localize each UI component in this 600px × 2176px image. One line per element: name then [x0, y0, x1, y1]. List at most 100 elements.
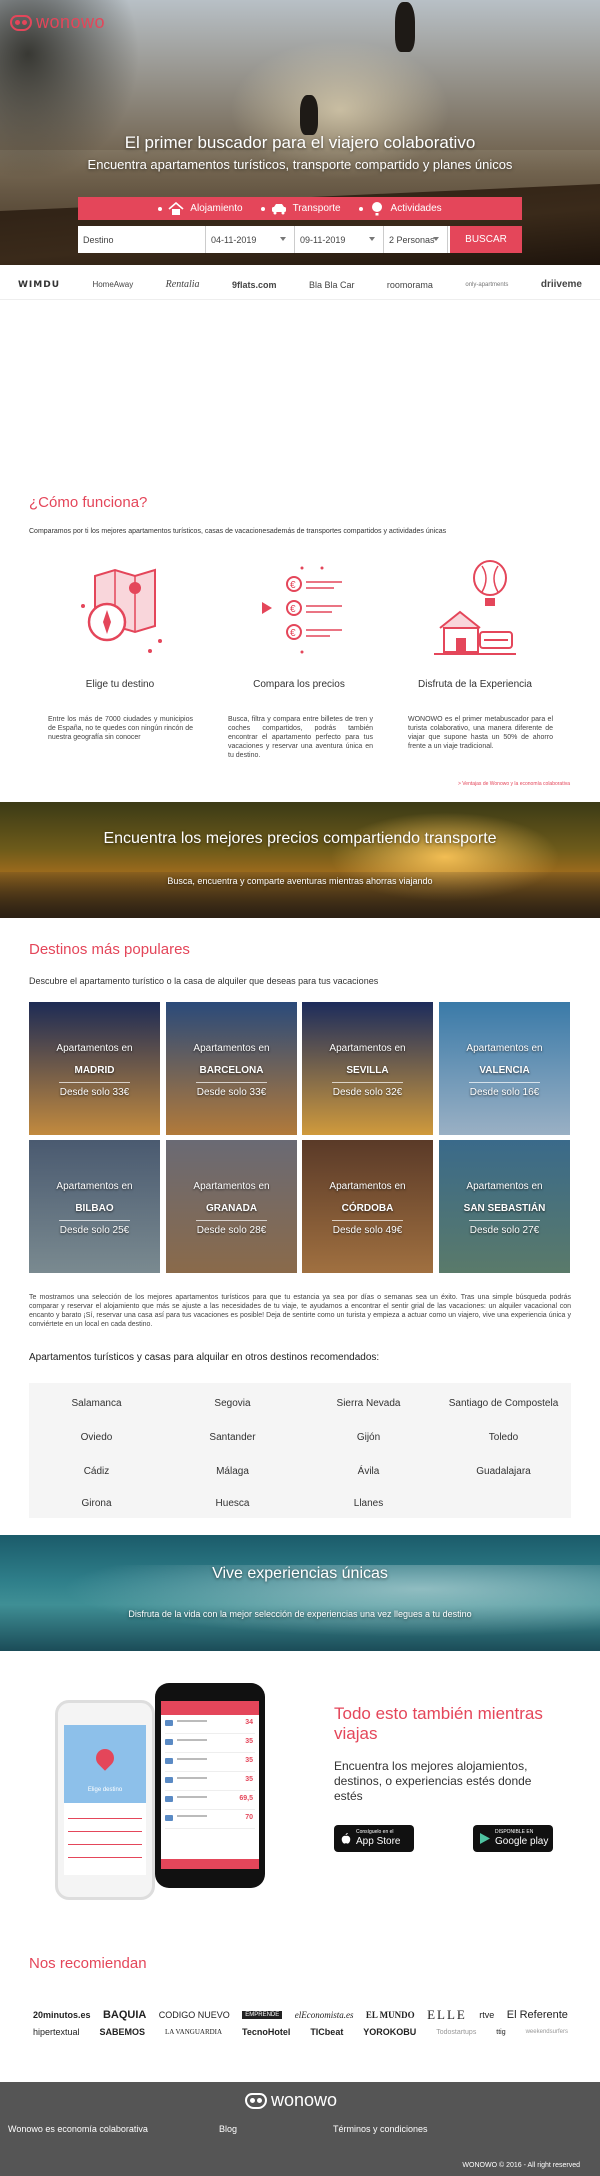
advantages-link[interactable]: > Ventajas de Wonowo y la economía colab…	[458, 781, 570, 787]
row-text	[177, 1739, 207, 1741]
tab-alojamiento[interactable]: Alojamiento	[158, 201, 243, 216]
checkin-value: 04-11-2019	[211, 234, 257, 245]
destination-link[interactable]: Salamanca	[29, 1398, 164, 1409]
footer: wonowo Wonowo es economía colaborativa B…	[0, 2082, 600, 2176]
footer-link[interactable]: Términos y condiciones	[333, 2124, 428, 2134]
row-price: 34	[245, 1719, 253, 1726]
destination-link[interactable]: Oviedo	[29, 1432, 164, 1443]
press-logo: ttig	[496, 2028, 506, 2036]
phone-screen: Elige destino	[64, 1725, 146, 1875]
city-prefix: Apartamentos en	[56, 1043, 133, 1054]
row-price: 69,5	[239, 1795, 253, 1802]
press-logo: rtve	[479, 2010, 495, 2020]
checkin-date-field[interactable]: 04-11-2019	[206, 226, 295, 253]
city-divider	[332, 1082, 403, 1083]
other-destinations-list: Salamanca Segovia Sierra Nevada Santiago de…	[29, 1383, 571, 1518]
destination-link[interactable]: Toledo	[436, 1432, 571, 1443]
balloon-icon	[371, 201, 382, 215]
destination-link[interactable]: Huesca	[165, 1498, 300, 1509]
step-icon-container: € € €	[212, 556, 382, 671]
persons-value: 2 Personas	[389, 234, 435, 245]
row-price: 35	[245, 1738, 253, 1745]
press-logo: El Referente	[506, 2009, 568, 2021]
city-prefix: Apartamentos en	[466, 1043, 543, 1054]
city-card[interactable]: Apartamentos en SEVILLA Desde solo 32€	[302, 1002, 433, 1135]
destination-link[interactable]: Santander	[165, 1432, 300, 1443]
tab-label: Actividades	[390, 203, 442, 214]
destination-link[interactable]: Segovia	[165, 1398, 300, 1409]
city-divider	[332, 1220, 403, 1221]
location-pin-icon	[92, 1745, 118, 1771]
city-card[interactable]: Apartamentos en CÓRDOBA Desde solo 49€	[302, 1140, 433, 1273]
press-logo: weekendsurfers	[525, 2029, 568, 2035]
city-price: Desde solo 33€	[59, 1087, 130, 1098]
destinations-description: Descubre el apartamento turístico o la c…	[29, 976, 379, 986]
partner-logo: 9flats.com	[231, 279, 277, 290]
house-icon	[168, 201, 184, 215]
city-card[interactable]: Apartamentos en GRANADA Desde solo 28€	[166, 1140, 297, 1273]
phone-app-header	[161, 1701, 259, 1715]
footer-logo[interactable]: wonowo	[245, 2090, 337, 2111]
experiences-subtitle: Disfruta de la vida con la mejor selecci…	[128, 1609, 472, 1619]
footer-link[interactable]: Blog	[219, 2124, 237, 2134]
search-form: Destino 04-11-2019 09-11-2019 2 Personas…	[78, 226, 522, 253]
city-card[interactable]: Apartamentos en BARCELONA Desde solo 33€	[166, 1002, 297, 1135]
city-price: Desde solo 49€	[332, 1225, 403, 1236]
destination-link[interactable]: Ávila	[301, 1466, 436, 1477]
how-description: Comparamos por ti los mejores apartament…	[29, 528, 447, 535]
phone-caption: Elige destino	[87, 1787, 123, 1793]
press-logo: elEconomista.es	[294, 2010, 354, 2020]
play-store-icon	[480, 1833, 490, 1844]
press-logo: TecnoHotel	[242, 2027, 291, 2037]
partner-logo: roomorama	[386, 279, 433, 290]
search-button[interactable]: BUSCAR	[448, 226, 522, 253]
surfer	[0, 1535, 14, 1561]
destination-link[interactable]: Sierra Nevada	[301, 1398, 436, 1409]
site-logo[interactable]: wonowo	[10, 12, 105, 33]
phone-list-row	[68, 1824, 142, 1832]
destination-link[interactable]: Girona	[29, 1498, 164, 1509]
phone-list-row	[68, 1850, 142, 1858]
city-price: Desde solo 33€	[196, 1087, 267, 1098]
tab-dot	[158, 206, 163, 211]
price-rows: 34 35 35 35 69,5 70	[161, 1715, 259, 1829]
vehicle-icon	[165, 1720, 173, 1726]
checkout-date-field[interactable]: 09-11-2019	[295, 226, 384, 253]
destination-link[interactable]: Guadalajara	[436, 1466, 571, 1477]
city-card[interactable]: Apartamentos en VALENCIA Desde solo 16€	[439, 1002, 570, 1135]
partner-logo: WIMDU	[18, 279, 61, 290]
row-price: 70	[245, 1814, 253, 1821]
app-store-button[interactable]: Consíguelo en el App Store	[334, 1825, 414, 1852]
destination-link[interactable]: Cádiz	[29, 1466, 164, 1477]
press-logo: LA VANGUARDIA	[164, 2028, 223, 2036]
destination-input[interactable]: Destino	[78, 226, 206, 253]
tab-actividades[interactable]: Actividades	[358, 201, 442, 216]
city-card[interactable]: Apartamentos en SAN SEBASTIÁN Desde solo 2…	[439, 1140, 570, 1273]
phone-black-mockup: 34 35 35 35 69,5 70	[155, 1683, 265, 1888]
vehicle-icon	[165, 1815, 173, 1821]
destination-link[interactable]: Gijón	[301, 1432, 436, 1443]
vehicle-icon	[165, 1739, 173, 1745]
price-list-icon: € € €	[262, 566, 342, 654]
phone-white-mockup: Elige destino	[55, 1700, 155, 1900]
city-card[interactable]: Apartamentos en MADRID Desde solo 33€	[29, 1002, 160, 1135]
press-logo: BAQUIA	[102, 2009, 147, 2021]
persons-select[interactable]: 2 Personas	[384, 226, 448, 253]
destination-link[interactable]: Santiago de Compostela	[436, 1398, 571, 1409]
app-title: Todo esto también mientras viajas	[334, 1704, 543, 1743]
footer-link[interactable]: Wonowo es economía colaborativa	[8, 2124, 148, 2134]
tab-transporte[interactable]: Transporte	[260, 202, 341, 216]
city-name: CÓRDOBA	[341, 1203, 394, 1214]
city-prefix: Apartamentos en	[193, 1181, 270, 1192]
phone-list-row	[68, 1811, 142, 1819]
city-prefix: Apartamentos en	[193, 1043, 270, 1054]
google-play-button[interactable]: DISPONIBLE EN Google play	[473, 1825, 553, 1852]
press-logos-row: hipertextual SABEMOS LA VANGUARDIA Tecno…	[33, 2027, 568, 2037]
price-row: 69,5	[165, 1791, 255, 1810]
city-card[interactable]: Apartamentos en BILBAO Desde solo 25€	[29, 1140, 160, 1273]
destination-link[interactable]: Málaga	[165, 1466, 300, 1477]
svg-text:€: €	[290, 628, 296, 639]
hero-person-right	[395, 2, 415, 52]
logo-text: wonowo	[36, 12, 106, 32]
destination-link[interactable]: Llanes	[301, 1498, 436, 1509]
